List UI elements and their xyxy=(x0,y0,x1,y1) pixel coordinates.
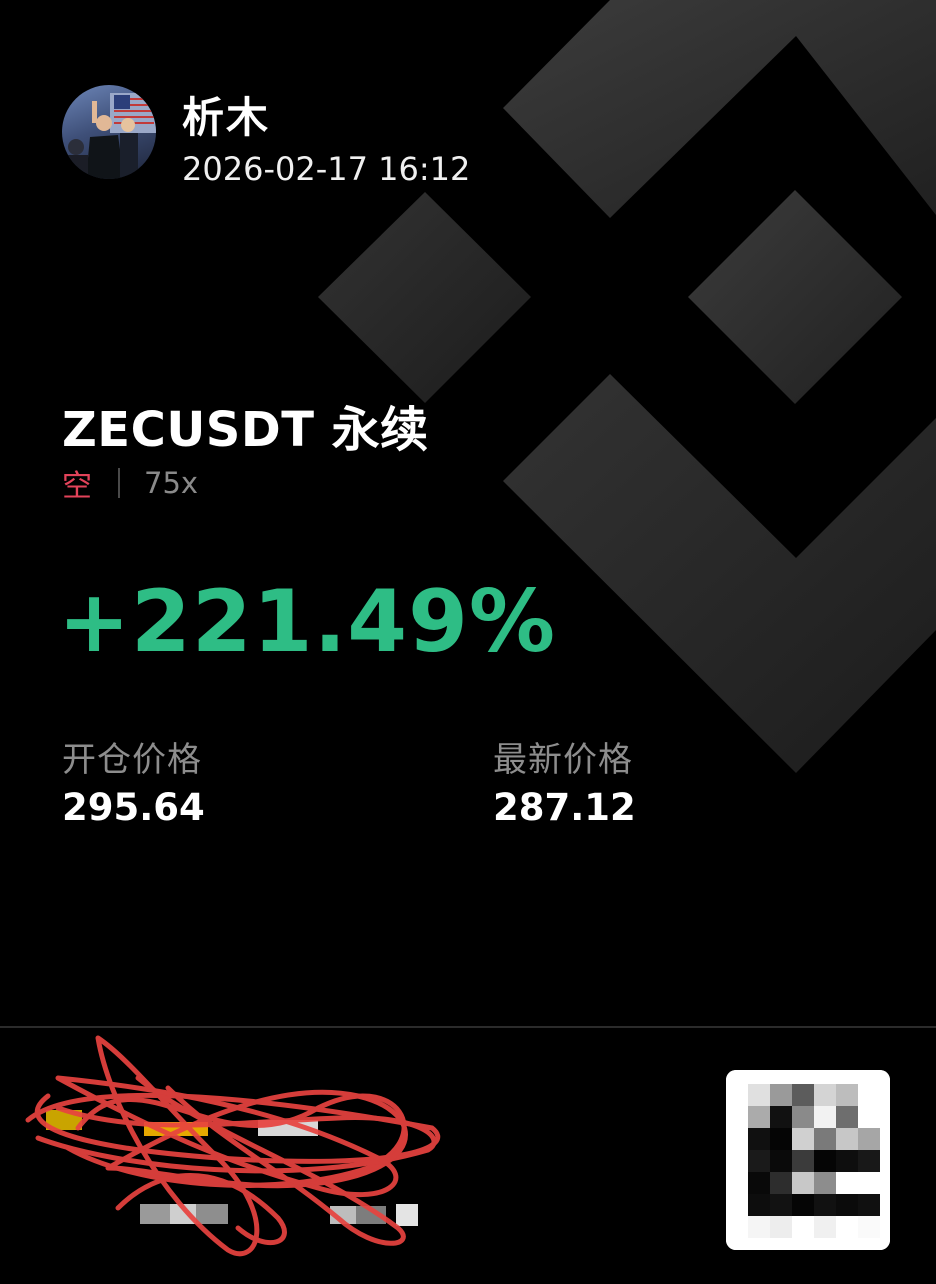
mark-price-value: 287.12 xyxy=(493,786,636,829)
entry-price-label: 开仓价格 xyxy=(62,740,202,780)
pnl-percentage: +221.49% xyxy=(58,572,557,672)
qr-code-icon xyxy=(726,1070,890,1250)
leverage-badge: 75x xyxy=(144,466,199,500)
tag-separator xyxy=(118,468,120,498)
username: 析木 xyxy=(182,93,271,142)
redacted-referral-icon xyxy=(25,1035,441,1257)
position-tags: 空 75x xyxy=(62,462,198,504)
user-avatar[interactable] xyxy=(62,85,156,179)
avatar-photo-icon xyxy=(66,93,156,179)
entry-price-value: 295.64 xyxy=(62,786,205,829)
share-timestamp: 2026-02-17 16:12 xyxy=(182,150,471,188)
contract-symbol: ZECUSDT 永续 xyxy=(62,402,429,458)
position-side-badge: 空 xyxy=(62,469,92,504)
mark-price-label: 最新价格 xyxy=(493,740,633,780)
